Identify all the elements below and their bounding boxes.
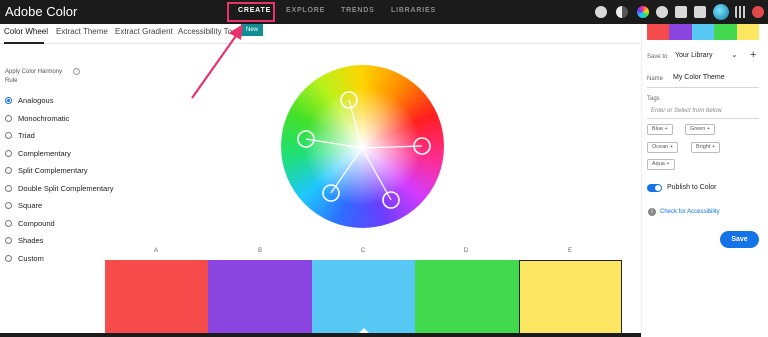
tags-field-underline <box>647 118 759 119</box>
settings-icon[interactable] <box>595 6 607 18</box>
swatch-e[interactable] <box>519 260 622 336</box>
tab-color-wheel[interactable]: Color Wheel <box>4 27 48 36</box>
active-tab-underline <box>4 42 44 44</box>
rule-double-split-complementary[interactable]: Double Split Complementary <box>5 184 113 194</box>
radio-icon[interactable] <box>5 254 12 262</box>
color-wheel-icon[interactable] <box>637 6 649 18</box>
radio-icon[interactable] <box>5 201 12 209</box>
tab-accessibility-tools[interactable]: Accessibility Tools <box>178 27 242 36</box>
info-icon: i <box>648 208 656 216</box>
check-accessibility-link[interactable]: Check for Accessibility <box>660 209 720 215</box>
mini-swatch-c <box>692 24 714 40</box>
app-title[interactable]: Adobe Color <box>5 4 77 19</box>
radio-icon[interactable] <box>5 236 12 244</box>
rule-compound[interactable]: Compound <box>5 219 55 229</box>
column-label-a: A <box>153 248 158 254</box>
top-bar <box>0 0 768 24</box>
new-badge: New <box>241 24 263 36</box>
mini-swatch-d <box>714 24 737 40</box>
name-field-underline <box>647 87 759 88</box>
radio-icon[interactable] <box>5 149 12 157</box>
radio-icon[interactable] <box>5 114 12 122</box>
selected-swatch-indicator <box>359 328 369 333</box>
mini-swatch-a <box>647 24 669 40</box>
rule-analogous[interactable]: Analogous <box>5 96 53 106</box>
tag-ocean[interactable]: Ocean + <box>647 142 678 153</box>
radio-icon[interactable] <box>5 184 12 192</box>
notifications-icon[interactable] <box>675 6 687 18</box>
radio-icon[interactable] <box>5 219 12 227</box>
nav-tab-trends[interactable]: TRENDS <box>341 7 375 14</box>
publish-label: Publish to Color <box>667 184 717 191</box>
radio-selected-icon[interactable] <box>5 96 12 104</box>
radio-icon[interactable] <box>5 166 12 174</box>
rule-square[interactable]: Square <box>5 201 42 211</box>
contrast-icon[interactable] <box>616 6 628 18</box>
chat-icon[interactable] <box>694 6 706 18</box>
add-icon[interactable]: + <box>750 49 756 61</box>
tags-input[interactable]: Enter or Select from below <box>651 108 722 114</box>
harmony-title: Apply Color Harmony Rule <box>5 69 63 84</box>
rule-complementary[interactable]: Complementary <box>5 149 71 159</box>
tag-green[interactable]: Green + <box>685 124 716 135</box>
name-field[interactable]: My Color Theme <box>673 74 725 81</box>
nav-tab-libraries[interactable]: LIBRARIES <box>391 7 436 14</box>
swatch-d[interactable] <box>415 260 519 336</box>
tab-extract-gradient[interactable]: Extract Gradient <box>115 27 173 36</box>
help-icon[interactable] <box>656 6 668 18</box>
creative-cloud-icon[interactable] <box>752 6 764 18</box>
rule-monochromatic[interactable]: Monochromatic <box>5 114 69 124</box>
right-panel <box>641 24 768 337</box>
tag-bright[interactable]: Bright + <box>691 142 721 153</box>
tags-label: Tags <box>647 96 660 102</box>
save-button[interactable]: Save <box>720 231 759 248</box>
library-select[interactable]: Your Library <box>675 52 713 59</box>
column-label-b: B <box>257 248 262 254</box>
nav-tab-explore[interactable]: EXPLORE <box>286 7 325 14</box>
swatch-c[interactable] <box>312 260 415 336</box>
color-wheel-handles[interactable] <box>281 65 444 228</box>
rule-triad[interactable]: Triad <box>5 131 35 141</box>
save-to-label: Save to <box>647 54 668 60</box>
swatch-b[interactable] <box>208 260 312 336</box>
publish-toggle[interactable] <box>647 184 662 192</box>
apps-grid-icon[interactable] <box>735 6 747 18</box>
rule-custom[interactable]: Custom <box>5 254 44 264</box>
mini-swatch-b <box>669 24 692 40</box>
chevron-down-icon[interactable]: ⌄ <box>731 50 738 59</box>
tag-aqua[interactable]: Aqua + <box>647 159 675 170</box>
mini-swatch-e <box>737 24 759 40</box>
avatar[interactable] <box>713 4 729 20</box>
column-label-d: D <box>463 248 469 254</box>
rule-shades[interactable]: Shades <box>5 236 43 246</box>
help-icon[interactable]: ? <box>73 68 80 75</box>
column-label-e: E <box>567 248 572 254</box>
swatch-a[interactable] <box>105 260 208 336</box>
handle-d <box>322 184 340 202</box>
tag-blue[interactable]: Blue + <box>647 124 673 135</box>
name-label: Name <box>647 76 664 82</box>
nav-tab-create[interactable]: CREATE <box>238 7 271 14</box>
tab-extract-theme[interactable]: Extract Theme <box>56 27 108 36</box>
column-label-c: C <box>360 248 366 254</box>
rule-split-complementary[interactable]: Split Complementary <box>5 166 88 176</box>
radio-icon[interactable] <box>5 131 12 139</box>
